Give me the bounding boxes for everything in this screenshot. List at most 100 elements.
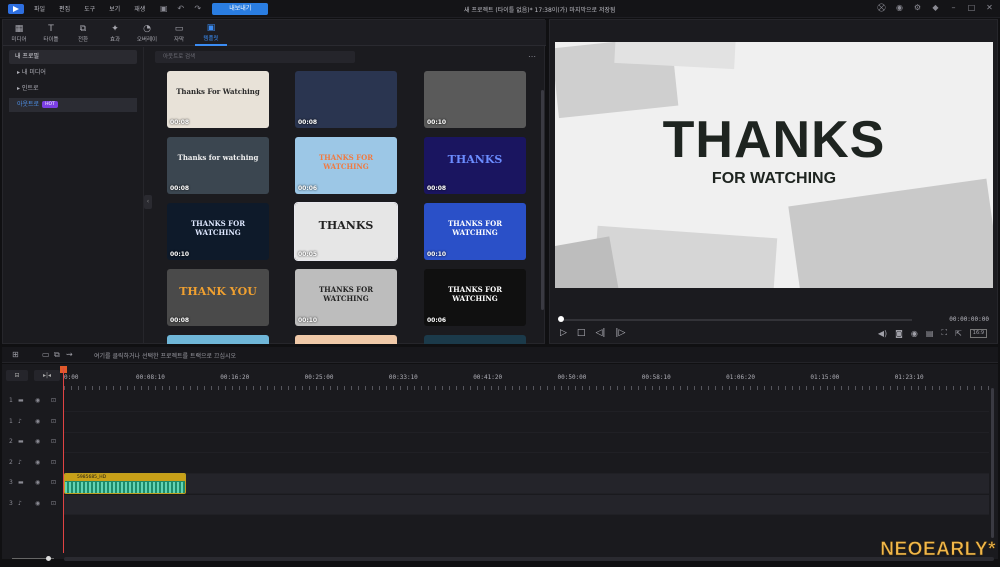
split-icon[interactable]: ▭: [42, 350, 50, 359]
play-icon[interactable]: ▷: [560, 328, 567, 338]
template-thumbnail[interactable]: [424, 335, 526, 344]
template-thumbnail[interactable]: THANK YOU 00:08: [167, 269, 269, 326]
tab-overlay[interactable]: ◔ 오버레이: [131, 20, 163, 46]
maximize-icon[interactable]: □: [967, 3, 976, 12]
timeline-clip[interactable]: 5985685_HD: [64, 473, 186, 494]
save-icon[interactable]: ▣: [159, 4, 168, 13]
lock-icon[interactable]: ⊡: [51, 438, 56, 445]
visibility-icon[interactable]: ◉: [35, 500, 40, 507]
track-lane[interactable]: [64, 433, 989, 453]
volume-icon[interactable]: ◀): [878, 329, 887, 338]
stop-icon[interactable]: □: [577, 328, 586, 338]
template-icon: ▣: [206, 22, 216, 33]
minimize-icon[interactable]: –: [949, 3, 958, 12]
template-thumbnail[interactable]: [295, 335, 397, 344]
menu-view[interactable]: 보기: [109, 4, 120, 13]
close-icon[interactable]: ✕: [985, 3, 994, 12]
template-thumbnail[interactable]: THANKS FOR WATCHING 00:10: [167, 203, 269, 260]
render-icon[interactable]: ◉: [911, 329, 918, 338]
category-my-media[interactable]: ▸ 내 미디어: [9, 66, 137, 80]
fit-icon[interactable]: ⛶: [941, 328, 947, 338]
snapshot-icon[interactable]: ◙: [895, 329, 903, 338]
tracks-scrollbar[interactable]: [991, 388, 994, 538]
title-bar: 파일 편집 도구 보기 재생 ▣ ↶ ↷ 내보내기 새 프로젝트 (타이틀 없음…: [0, 0, 1000, 18]
template-title-text: THANKS FOR WATCHING: [447, 285, 503, 303]
tab-subtitle[interactable]: ▭ 자막: [163, 20, 195, 46]
tab-media[interactable]: ▦ 미디어: [3, 20, 35, 46]
track-lane[interactable]: [64, 494, 989, 515]
cart-icon[interactable]: ⛒: [877, 3, 886, 12]
track-lane[interactable]: [64, 453, 989, 474]
visibility-icon[interactable]: ◉: [35, 418, 40, 425]
menu-play[interactable]: 재생: [134, 4, 145, 13]
category-tree: 내 프로필 ▸ 내 미디어 ▸ 인트로 아웃트로 HOT: [9, 50, 137, 112]
template-thumbnail[interactable]: 00:10: [424, 71, 526, 128]
lock-icon[interactable]: ⊡: [51, 418, 56, 425]
collapse-handle-icon[interactable]: ‹: [144, 195, 152, 209]
undo-icon[interactable]: ↶: [176, 4, 185, 13]
seek-handle[interactable]: [558, 316, 564, 322]
tab-title[interactable]: T 타이틀: [35, 20, 67, 46]
template-thumbnail[interactable]: THANKS 00:08: [424, 137, 526, 194]
category-intro[interactable]: ▸ 인트로: [9, 82, 137, 96]
library-scrollbar[interactable]: [541, 90, 544, 310]
seek-bar[interactable]: [560, 319, 912, 321]
settings-icon[interactable]: ⚙: [913, 3, 922, 12]
speed-icon[interactable]: ⇝: [66, 350, 73, 359]
audio-icon[interactable]: ♪: [18, 418, 22, 425]
track-manager-icon[interactable]: ⊟: [6, 370, 28, 381]
popout-icon[interactable]: ⇱: [955, 329, 962, 338]
timeline-scrollbar[interactable]: [64, 557, 994, 561]
track-lane[interactable]: [64, 474, 989, 494]
template-thumbnail[interactable]: 00:08: [295, 71, 397, 128]
lock-icon[interactable]: ⊡: [51, 479, 56, 486]
menu-edit[interactable]: 편집: [59, 4, 70, 13]
clip-label: 5985685_HD: [65, 474, 185, 481]
tab-template-label: 템플릿: [203, 35, 219, 42]
aspect-ratio-button[interactable]: 16:9: [969, 328, 987, 338]
redo-icon[interactable]: ↷: [193, 4, 202, 13]
track-lane[interactable]: [64, 412, 989, 433]
tab-effect[interactable]: ✦ 효과: [99, 20, 131, 46]
visibility-icon[interactable]: ◉: [35, 438, 40, 445]
export-button[interactable]: 내보내기: [212, 2, 269, 15]
tab-template[interactable]: ▣ 템플릿: [195, 20, 227, 46]
visibility-icon[interactable]: ◉: [35, 397, 40, 404]
template-thumbnail[interactable]: THANKS FOR WATCHING 00:06: [295, 137, 397, 194]
menu-tools[interactable]: 도구: [84, 4, 95, 13]
zoom-slider[interactable]: [6, 556, 62, 561]
template-thumbnail[interactable]: Thanks For Watching 00:08: [167, 71, 269, 128]
prev-frame-icon[interactable]: ◁|: [595, 328, 605, 338]
tab-transition[interactable]: ⧉ 전환: [67, 20, 99, 46]
notification-icon[interactable]: ◆: [931, 3, 940, 12]
track-lane[interactable]: [64, 392, 989, 412]
video-icon[interactable]: ▬: [18, 479, 24, 486]
template-thumbnail[interactable]: THANKS 00:05: [294, 202, 398, 261]
user-icon[interactable]: ◉: [895, 3, 904, 12]
insert-track-icon[interactable]: ⊞: [12, 350, 19, 359]
template-thumbnail[interactable]: THANKS FOR WATCHING 00:10: [295, 269, 397, 326]
audio-icon[interactable]: ♪: [18, 500, 22, 507]
video-icon[interactable]: ▬: [18, 438, 24, 445]
template-thumbnail[interactable]: THANKS FOR WATCHING 00:06: [424, 269, 526, 326]
category-header[interactable]: 내 프로필: [9, 50, 137, 64]
track-header: 3 ▬ ◉ ⊡: [2, 474, 64, 494]
fit-timeline-icon[interactable]: ▸|◂: [34, 370, 60, 381]
lock-icon[interactable]: ⊡: [51, 459, 56, 466]
lock-icon[interactable]: ⊡: [51, 397, 56, 404]
lock-icon[interactable]: ⊡: [51, 500, 56, 507]
next-frame-icon[interactable]: |▷: [615, 328, 625, 338]
category-outro[interactable]: 아웃트로 HOT: [9, 98, 137, 112]
template-thumbnail[interactable]: THANKS FOR WATCHING 00:10: [424, 203, 526, 260]
visibility-icon[interactable]: ◉: [35, 479, 40, 486]
video-icon[interactable]: ▬: [18, 397, 24, 404]
playhead[interactable]: [63, 368, 64, 553]
audio-icon[interactable]: ♪: [18, 459, 22, 466]
menu-file[interactable]: 파일: [34, 4, 45, 13]
visibility-icon[interactable]: ◉: [35, 459, 40, 466]
subtitle-toggle-icon[interactable]: ▤: [926, 329, 934, 338]
crop-icon[interactable]: ⧉: [54, 350, 60, 360]
template-thumbnail[interactable]: Thanks for watching 00:08: [167, 137, 269, 194]
template-thumbnail[interactable]: [167, 335, 269, 344]
zoom-knob[interactable]: [46, 556, 51, 561]
